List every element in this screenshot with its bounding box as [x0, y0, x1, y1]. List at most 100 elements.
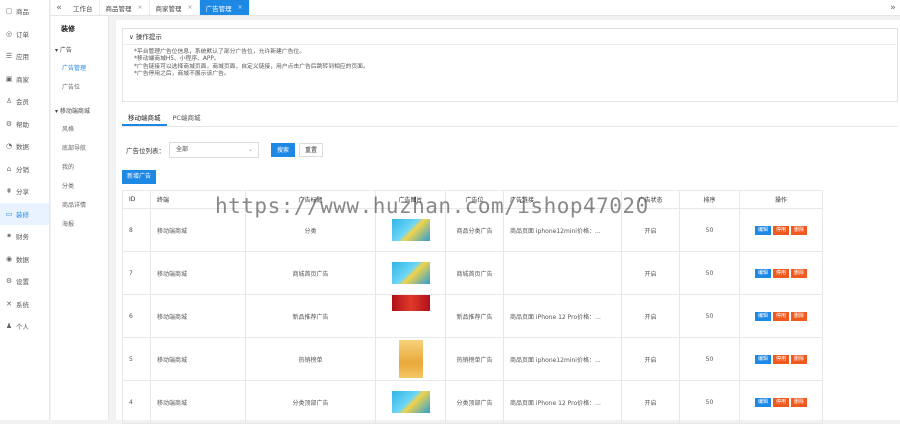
- row-image-cell: [375, 337, 446, 381]
- nav-item-0[interactable]: ▢ 商品: [0, 0, 49, 23]
- member-icon: ♙: [5, 97, 13, 106]
- finance-icon: ✷: [6, 232, 12, 241]
- main-content: ∨ 操作提示 *平台管理广告位信息，系统默认了部分广告位，允许新建广告位。 *移动…: [116, 20, 900, 424]
- tab-0[interactable]: 工作台: [67, 0, 100, 15]
- nav-item-label: 个人: [16, 323, 29, 332]
- row-actions: 编辑 停用 删除: [739, 337, 823, 381]
- row-position: 新品推荐广告: [445, 294, 504, 338]
- box-icon: ▢: [5, 7, 13, 16]
- tips-panel: ∨ 操作提示 *平台管理广告位信息，系统默认了部分广告位，允许新建广告位。 *移动…: [122, 28, 898, 102]
- edit-button[interactable]: 编辑: [754, 397, 771, 407]
- nav-item-1[interactable]: ◎ 订单: [0, 23, 49, 46]
- page-tab-1[interactable]: PC端商城: [167, 109, 207, 126]
- sub-group-ads[interactable]: ▾ 广告: [51, 42, 108, 59]
- sub-item-mobile-3[interactable]: 分类: [51, 177, 108, 196]
- nav-item-label: 商家: [16, 75, 29, 84]
- nav-item-label: 帮助: [16, 120, 29, 129]
- row-actions: 编辑 停用 删除: [739, 294, 823, 338]
- sub-item-mobile-4[interactable]: 商品详情: [51, 196, 108, 215]
- nav-item-4[interactable]: ♙ 会员: [0, 90, 49, 113]
- row-position: 商品分类广告: [445, 208, 504, 252]
- disable-button[interactable]: 停用: [772, 354, 789, 364]
- row-title: 热销榜单: [245, 337, 376, 381]
- collapse-icon[interactable]: «: [51, 0, 67, 15]
- disable-button[interactable]: 停用: [772, 397, 789, 407]
- close-icon[interactable]: ×: [238, 4, 243, 11]
- row-terminal: 移动端商城: [150, 294, 246, 338]
- sub-item-mobile-0[interactable]: 风格: [51, 120, 108, 139]
- table-row: 4 移动端商城 分类顶部广告 分类顶部广告 商品页面 iPhone 12 Pro价格：.…: [122, 380, 823, 424]
- position-select[interactable]: 全部 ⌄: [169, 142, 259, 158]
- table-header: 终端: [150, 190, 246, 209]
- tab-2[interactable]: 商家管理 ×: [150, 0, 200, 15]
- tab-3[interactable]: 广告管理 ×: [199, 0, 250, 15]
- delete-button[interactable]: 删除: [791, 311, 808, 321]
- delete-button[interactable]: 删除: [791, 225, 808, 235]
- disable-button[interactable]: 停用: [772, 311, 789, 321]
- row-actions: 编辑 停用 删除: [739, 208, 823, 252]
- sub-group-mobile[interactable]: ▾ 移动端商城: [51, 103, 108, 120]
- ad-image: [391, 391, 430, 413]
- sub-item-mobile-1[interactable]: 底部导航: [51, 139, 108, 158]
- sub-sidebar: 装修 ▾ 广告 广告管理 广告位 ▾ 移动端商城 风格 底部导航 我的 分类 商品详情 海报: [51, 16, 109, 420]
- nav-item-10[interactable]: ✷ 财务: [0, 225, 49, 248]
- nav-item-12[interactable]: ⚙ 设置: [0, 270, 49, 293]
- nav-item-2[interactable]: ☰ 应用: [0, 45, 49, 68]
- row-status: 开启: [621, 208, 680, 252]
- sub-item-mobile-2[interactable]: 我的: [51, 158, 108, 177]
- table-header: 广告图片: [375, 190, 446, 209]
- delete-button[interactable]: 删除: [791, 354, 808, 364]
- reset-button[interactable]: 重置: [299, 143, 324, 157]
- nav-item-8[interactable]: ⩩ 分享: [0, 180, 49, 203]
- search-button[interactable]: 搜索: [271, 143, 296, 157]
- tab-label: 商品管理: [105, 4, 132, 13]
- expand-icon[interactable]: »: [886, 0, 900, 15]
- nav-item-5[interactable]: ⚙ 帮助: [0, 113, 49, 136]
- row-id: 5: [122, 337, 151, 381]
- edit-button[interactable]: 编辑: [754, 311, 771, 321]
- nav-item-label: 系统: [16, 300, 29, 309]
- table-row: 6 移动端商城 新品推荐广告 新品推荐广告 商品页面 iPhone 12 Pro价格：.…: [122, 294, 823, 338]
- page-tabs: 移动端商城 PC端商城: [122, 109, 898, 127]
- row-id: 7: [122, 251, 151, 295]
- nav-item-14[interactable]: ♟ 个人: [0, 315, 49, 338]
- close-icon[interactable]: ×: [138, 4, 143, 11]
- edit-button[interactable]: 编辑: [754, 225, 771, 235]
- tab-label: 广告管理: [205, 4, 232, 13]
- ad-image: [391, 295, 430, 311]
- nav-item-6[interactable]: ◔ 数据: [0, 135, 49, 158]
- tips-title[interactable]: ∨ 操作提示: [123, 29, 897, 45]
- nav-item-11[interactable]: ◉ 数据: [0, 248, 49, 271]
- sub-item-ads-1[interactable]: 广告位: [51, 78, 108, 97]
- disable-button[interactable]: 停用: [772, 268, 789, 278]
- shopping-icon: ⩩: [7, 186, 11, 195]
- nav-item-3[interactable]: ▣ 商家: [0, 68, 49, 91]
- system-icon: ✕: [6, 299, 12, 308]
- delete-button[interactable]: 删除: [791, 268, 808, 278]
- row-status: 开启: [621, 294, 680, 338]
- nav-item-label: 应用: [16, 53, 29, 62]
- disable-button[interactable]: 停用: [772, 225, 789, 235]
- table-header: 广告状态: [621, 190, 680, 209]
- nav-item-7[interactable]: ⌂ 分销: [0, 158, 49, 181]
- row-terminal: 移动端商城: [150, 251, 246, 295]
- nav-item-9[interactable]: ▭ 装修: [0, 202, 49, 225]
- nav-item-13[interactable]: ✕ 系统: [0, 293, 49, 316]
- data-icon: ◔: [5, 142, 13, 151]
- row-link: 商品页面 iphone12mini价格：...: [503, 208, 622, 252]
- sub-sidebar-title: 装修: [61, 25, 75, 33]
- sub-item-ads-0[interactable]: 广告管理: [51, 59, 108, 78]
- sub-item-mobile-5[interactable]: 海报: [51, 215, 108, 234]
- edit-button[interactable]: 编辑: [754, 354, 771, 364]
- page-tab-0[interactable]: 移动端商城: [122, 109, 167, 126]
- row-title: 分类顶部广告: [245, 380, 376, 424]
- tab-1[interactable]: 商品管理 ×: [100, 0, 150, 15]
- add-ad-button[interactable]: 新增广告: [122, 170, 157, 184]
- row-title: 分类: [245, 208, 376, 252]
- tips-line: *移动端商城H5、小程序、APP。: [134, 56, 220, 63]
- edit-button[interactable]: 编辑: [754, 268, 771, 278]
- close-icon[interactable]: ×: [188, 4, 193, 11]
- delete-button[interactable]: 删除: [791, 397, 808, 407]
- tab-label: 商家管理: [155, 4, 182, 13]
- row-terminal: 移动端商城: [150, 337, 246, 381]
